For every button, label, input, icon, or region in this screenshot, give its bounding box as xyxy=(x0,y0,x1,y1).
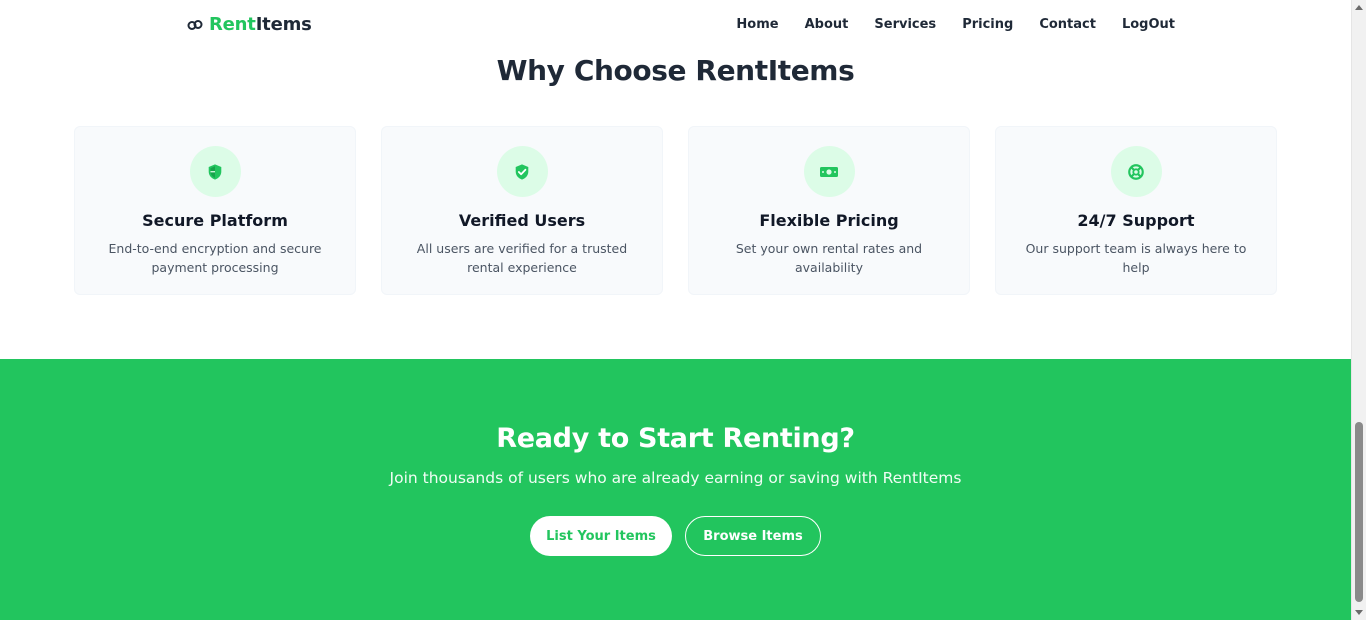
site-header: RentItems Home About Services Pricing Co… xyxy=(0,0,1351,52)
scroll-up-arrow-icon[interactable] xyxy=(1355,5,1363,10)
nav-home[interactable]: Home xyxy=(736,17,778,32)
cta-buttons: List Your Items Browse Items xyxy=(0,516,1351,556)
feature-desc: All users are verified for a trusted ren… xyxy=(416,241,628,275)
feature-card-verified: Verified Users All users are verified fo… xyxy=(381,126,663,295)
nav-contact[interactable]: Contact xyxy=(1039,17,1096,32)
nav-about[interactable]: About xyxy=(805,17,849,32)
check-badge-icon xyxy=(496,146,548,197)
browse-items-button[interactable]: Browse Items xyxy=(685,516,821,556)
feature-desc: Our support team is always here to help xyxy=(1025,241,1247,275)
feature-title: 24/7 Support xyxy=(1077,211,1195,230)
money-icon xyxy=(803,146,855,197)
scroll-down-arrow-icon[interactable] xyxy=(1355,610,1363,615)
page-scrollbar[interactable] xyxy=(1351,0,1366,620)
feature-title: Secure Platform xyxy=(142,211,288,230)
cta-subtitle: Join thousands of users who are already … xyxy=(389,469,962,487)
cta-title: Ready to Start Renting? xyxy=(496,423,855,454)
brand-logo[interactable]: RentItems xyxy=(187,14,312,35)
list-your-items-button[interactable]: List Your Items xyxy=(530,516,672,556)
feature-card-pricing: Flexible Pricing Set your own rental rat… xyxy=(688,126,970,295)
nav-services[interactable]: Services xyxy=(874,17,936,32)
feature-card-support: 24/7 Support Our support team is always … xyxy=(995,126,1277,295)
scrollbar-thumb[interactable] xyxy=(1355,422,1363,602)
shield-icon xyxy=(189,146,241,197)
link-icon xyxy=(187,19,203,30)
page: RentItems Home About Services Pricing Co… xyxy=(0,0,1366,620)
feature-desc: End-to-end encryption and secure payment… xyxy=(108,241,322,275)
main-nav: Home About Services Pricing Contact LogO… xyxy=(736,17,1175,32)
feature-title: Flexible Pricing xyxy=(759,211,899,230)
feature-title: Verified Users xyxy=(458,211,586,230)
feature-cards: Secure Platform End-to-end encryption an… xyxy=(74,126,1277,295)
logo-text-rent: Rent xyxy=(209,14,256,35)
logo-text-items: Items xyxy=(255,14,312,35)
feature-desc: Set your own rental rates and availabili… xyxy=(735,241,923,275)
cta-section: Ready to Start Renting? Join thousands o… xyxy=(0,359,1351,620)
feature-card-secure: Secure Platform End-to-end encryption an… xyxy=(74,126,356,295)
why-choose-title: Why Choose RentItems xyxy=(496,54,855,87)
nav-pricing[interactable]: Pricing xyxy=(962,17,1013,32)
nav-logout[interactable]: LogOut xyxy=(1122,17,1175,32)
lifebuoy-icon xyxy=(1110,146,1162,197)
